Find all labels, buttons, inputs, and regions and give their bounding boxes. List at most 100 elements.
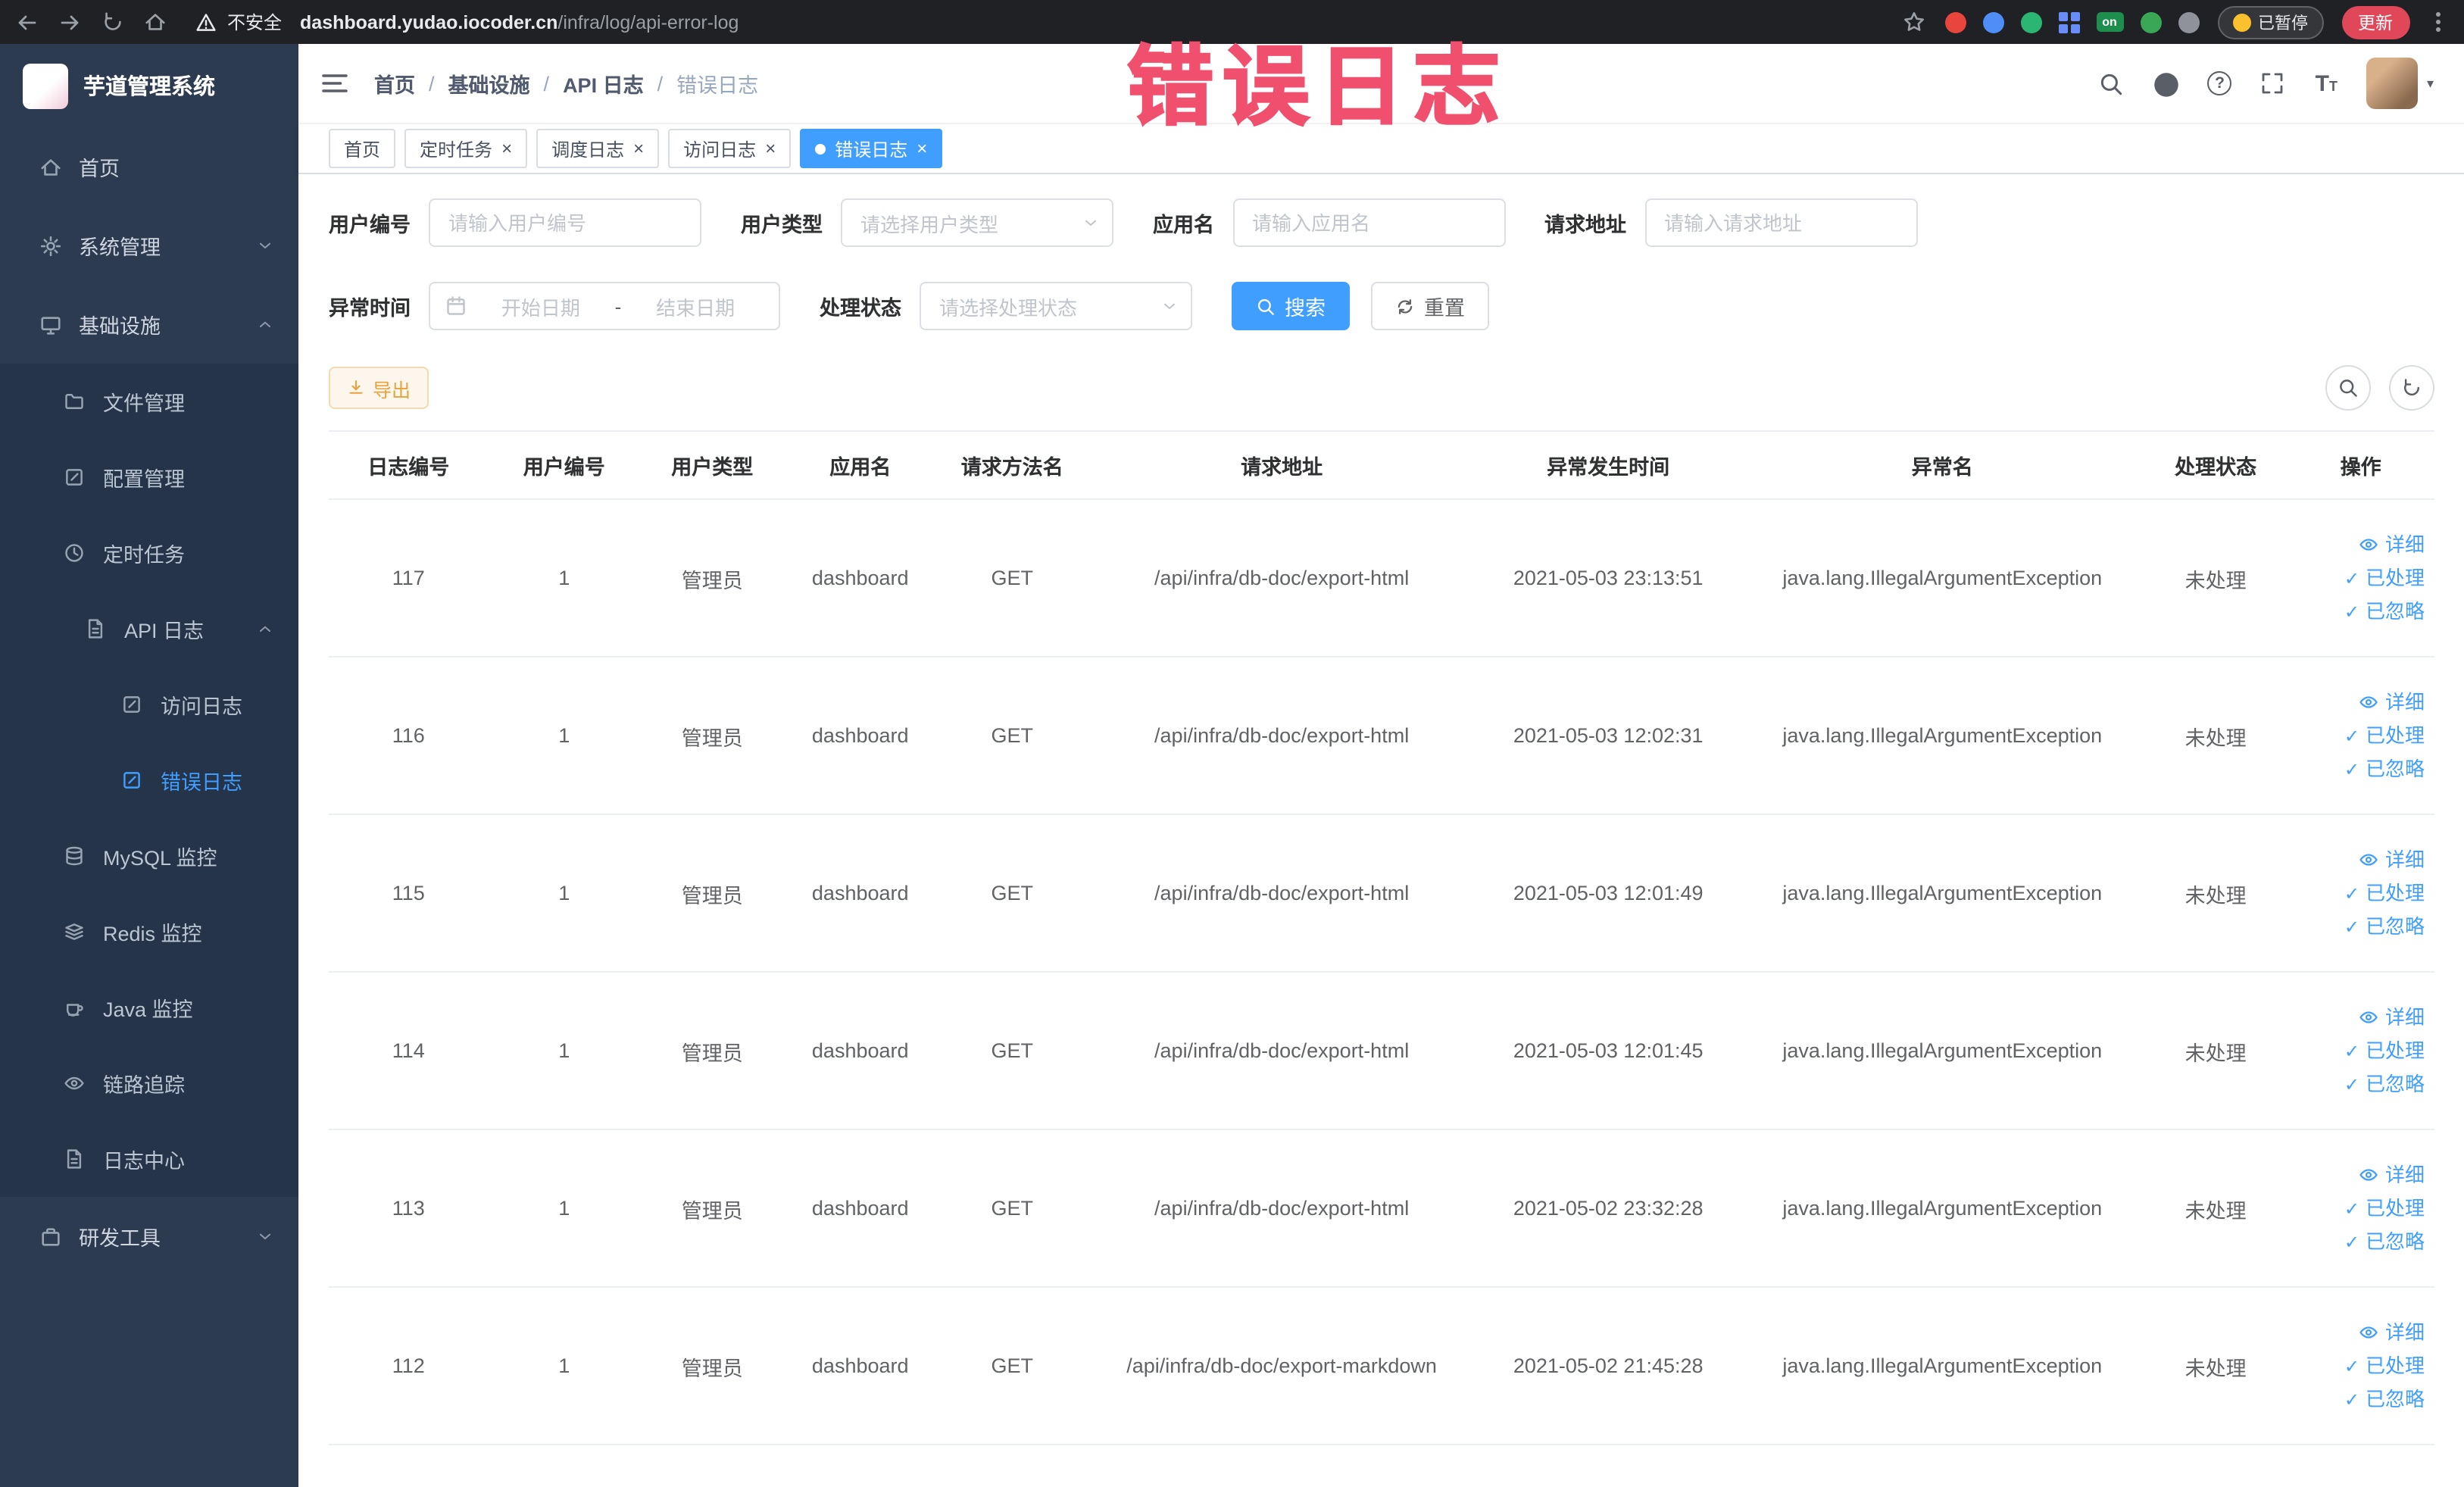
tab-schedule-log[interactable]: 调度日志 ×	[536, 129, 660, 168]
cell-status: 未处理	[2143, 499, 2288, 658]
sidebar-item-scheduled-jobs[interactable]: 定时任务	[0, 515, 298, 591]
address-bar[interactable]: dashboard.yudao.iocoder.cn/infra/log/api…	[300, 11, 1884, 33]
main: 首页 / 基础设施 / API 日志 / 错误日志 ? TT ▾ 首页 定时任务…	[298, 44, 2464, 1487]
sidebar-item-java-monitor[interactable]: Java 监控	[0, 970, 298, 1045]
security-chip[interactable]: 不安全	[194, 9, 282, 35]
ignore-label: 已忽略	[2365, 1072, 2425, 1095]
logo[interactable]: 芋道管理系统	[0, 44, 298, 127]
detail-link[interactable]: 详细	[2294, 843, 2428, 876]
reset-button[interactable]: 重置	[1371, 282, 1489, 330]
ignore-link[interactable]: ✓ 已忽略	[2294, 595, 2428, 628]
document-icon	[85, 617, 108, 640]
fullscreen-icon[interactable]	[2261, 70, 2287, 96]
check-icon: ✓	[2344, 916, 2359, 937]
ignore-link[interactable]: ✓ 已忽略	[2294, 910, 2428, 943]
check-icon: ✓	[2344, 1198, 2359, 1219]
sidebar-item-dev-tools[interactable]: 研发工具	[0, 1197, 298, 1276]
app-name-input[interactable]	[1232, 198, 1505, 247]
search-toggle-button[interactable]	[2325, 365, 2370, 411]
sidebar-item-system-mgmt[interactable]: 系统管理	[0, 206, 298, 285]
font-size-icon[interactable]: TT	[2316, 72, 2338, 95]
sidebar-item-file-mgmt[interactable]: 文件管理	[0, 364, 298, 439]
update-button[interactable]: 更新	[2341, 5, 2409, 39]
breadcrumb-separator: /	[429, 72, 435, 95]
ignore-link[interactable]: ✓ 已忽略	[2294, 752, 2428, 786]
forward-icon[interactable]	[58, 10, 82, 34]
user-type-select[interactable]: 请选择用户类型	[841, 198, 1113, 247]
user-menu[interactable]: ▾	[2366, 58, 2434, 109]
extension-leaf-icon[interactable]	[2140, 11, 2161, 33]
process-status-select[interactable]: 请选择处理状态	[920, 282, 1192, 330]
request-url-input[interactable]	[1644, 198, 1917, 247]
ignore-link[interactable]: ✓ 已忽略	[2294, 1067, 2428, 1101]
sidebar-item-error-log[interactable]: 错误日志	[0, 742, 298, 818]
sidebar-item-access-log[interactable]: 访问日志	[0, 667, 298, 742]
sidebar-item-home[interactable]: 首页	[0, 127, 298, 206]
tab-error-log[interactable]: 错误日志 ×	[800, 129, 943, 168]
ignore-link[interactable]: ✓ 已忽略	[2294, 1382, 2428, 1416]
bookmark-star-icon[interactable]	[1902, 10, 1926, 34]
hamburger-icon[interactable]	[320, 68, 350, 98]
close-icon[interactable]: ×	[765, 139, 776, 158]
export-button[interactable]: 导出	[329, 367, 429, 409]
detail-link[interactable]: 详细	[2294, 528, 2428, 561]
date-range-picker[interactable]: 开始日期 - 结束日期	[429, 282, 780, 330]
sidebar-item-infrastructure[interactable]: 基础设施	[0, 285, 298, 364]
extension-blue-drop-icon[interactable]	[1982, 11, 2003, 33]
extension-red-icon[interactable]	[1944, 11, 1966, 33]
refresh-icon	[2400, 377, 2422, 398]
processed-link[interactable]: ✓ 已处理	[2294, 561, 2428, 595]
tab-scheduled-jobs[interactable]: 定时任务 ×	[404, 129, 528, 168]
browser-menu-icon[interactable]	[2428, 12, 2449, 32]
reload-icon[interactable]	[100, 10, 124, 34]
processed-link[interactable]: ✓ 已处理	[2294, 876, 2428, 910]
sidebar-item-config-mgmt[interactable]: 配置管理	[0, 439, 298, 515]
detail-link[interactable]: 详细	[2294, 1158, 2428, 1192]
sidebar-item-tracing[interactable]: 链路追踪	[0, 1045, 298, 1121]
cell-status: 未处理	[2143, 1287, 2288, 1445]
ignore-link[interactable]: ✓ 已忽略	[2294, 1225, 2428, 1258]
extension-teal-icon[interactable]	[2020, 11, 2041, 33]
processed-link[interactable]: ✓ 已处理	[2294, 1192, 2428, 1225]
home-browser-icon[interactable]	[142, 10, 167, 34]
table-row: 116 1 管理员 dashboard GET /api/infra/db-do…	[329, 657, 2434, 815]
search-button[interactable]: 搜索	[1232, 282, 1350, 330]
github-icon[interactable]	[2153, 70, 2179, 96]
tab-label: 访问日志	[683, 139, 757, 160]
back-icon[interactable]	[15, 10, 39, 34]
sidebar-item-redis-monitor[interactable]: Redis 监控	[0, 894, 298, 970]
sidebar-item-label: MySQL 监控	[103, 847, 217, 870]
extension-plugin-icon[interactable]	[2178, 11, 2199, 33]
sidebar-item-api-logs[interactable]: API 日志	[0, 591, 298, 667]
breadcrumb-api-logs[interactable]: API 日志	[563, 68, 644, 98]
extension-grid-icon[interactable]	[2058, 11, 2079, 33]
extension-on-badge-icon[interactable]: on	[2096, 12, 2123, 32]
refresh-button[interactable]	[2388, 365, 2434, 411]
detail-link[interactable]: 详细	[2294, 1316, 2428, 1349]
eye-icon	[2359, 1007, 2379, 1027]
close-icon[interactable]: ×	[501, 139, 512, 158]
cell-exception-name: java.lang.IllegalArgumentException	[1741, 972, 2144, 1130]
detail-link[interactable]: 详细	[2294, 686, 2428, 719]
date-end-placeholder: 结束日期	[656, 296, 735, 319]
processed-link[interactable]: ✓ 已处理	[2294, 1349, 2428, 1382]
sidebar-item-mysql-monitor[interactable]: MySQL 监控	[0, 818, 298, 894]
close-icon[interactable]: ×	[633, 139, 644, 158]
tab-home[interactable]: 首页	[329, 129, 396, 168]
search-icon[interactable]	[2099, 70, 2125, 96]
filter-user-id: 用户编号	[329, 198, 701, 247]
cell-app-name: dashboard	[784, 499, 936, 658]
breadcrumb-infrastructure[interactable]: 基础设施	[448, 68, 530, 98]
processed-link[interactable]: ✓ 已处理	[2294, 1034, 2428, 1067]
user-id-input[interactable]	[429, 198, 701, 247]
cell-request-url: /api/infra/db-doc/export-html	[1088, 972, 1476, 1130]
help-icon[interactable]: ?	[2207, 71, 2232, 95]
paused-badge[interactable]: 已暂停	[2217, 5, 2323, 39]
detail-link[interactable]: 详细	[2294, 1001, 2428, 1034]
breadcrumb-home[interactable]: 首页	[374, 68, 415, 98]
processed-link[interactable]: ✓ 已处理	[2294, 719, 2428, 752]
close-icon[interactable]: ×	[917, 139, 927, 158]
active-dot-icon	[815, 143, 826, 154]
tab-access-log[interactable]: 访问日志 ×	[668, 129, 792, 168]
sidebar-item-log-center[interactable]: 日志中心	[0, 1121, 298, 1197]
